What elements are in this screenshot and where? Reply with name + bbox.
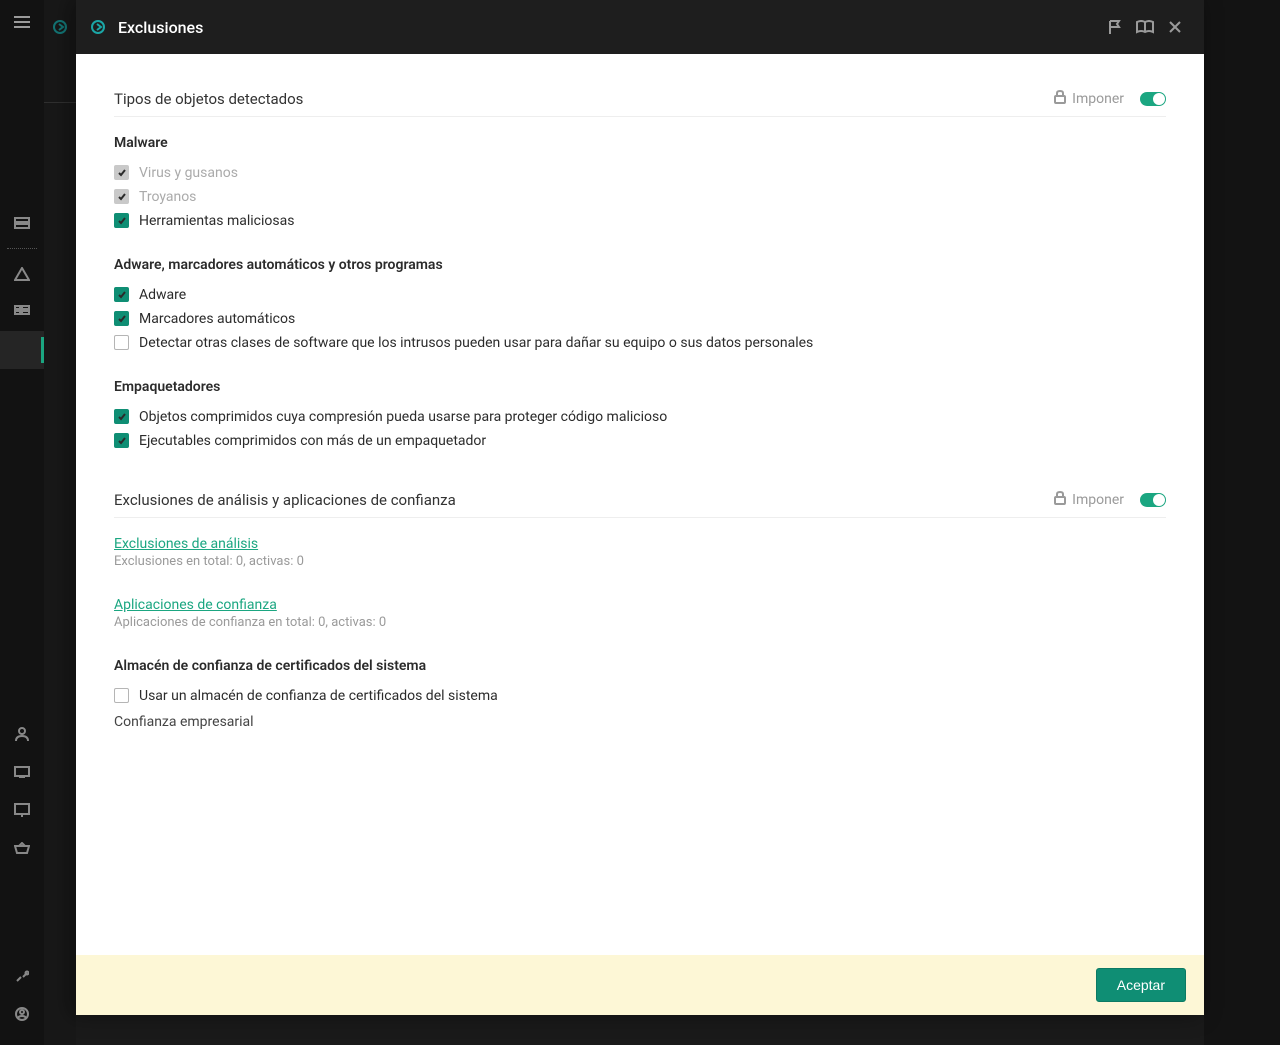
section-detected-types: Tipos de objetos detectados Imponer [114, 82, 1166, 117]
checkbox-row-maltools[interactable]: Herramientas maliciosas [114, 209, 1166, 233]
group-title: Malware [114, 135, 1166, 151]
header-circle-icon [90, 19, 106, 35]
group-malware: Malware Virus y gusanos Troyanos Herrami… [114, 135, 1166, 233]
checkbox-label: Virus y gusanos [139, 163, 238, 183]
sidebar-item-account-icon[interactable] [0, 995, 44, 1033]
checkbox[interactable] [114, 287, 129, 302]
group-packers: Empaquetadores Objetos comprimidos cuya … [114, 379, 1166, 453]
group-title: Almacén de confianza de certificados del… [114, 658, 1166, 674]
menu-icon[interactable] [0, 0, 44, 44]
exclusions-panel: Exclusiones Tipos de objetos detectados … [76, 0, 1204, 1015]
enforce-control: Imponer [1054, 90, 1166, 108]
sidebar-item-settings-icon[interactable] [0, 957, 44, 995]
checkbox-label: Ejecutables comprimidos con más de un em… [139, 431, 486, 451]
sidebar-divider [7, 248, 37, 249]
checkbox-label: Detectar otras clases de software que lo… [139, 333, 813, 353]
sidebar-item-user-icon[interactable] [0, 715, 44, 753]
checkbox-row-use-store[interactable]: Usar un almacén de confianza de certific… [114, 684, 1166, 708]
group-title: Adware, marcadores automáticos y otros p… [114, 257, 1166, 273]
checkbox-label: Herramientas maliciosas [139, 211, 294, 231]
checkbox-row-multi-packed[interactable]: Ejecutables comprimidos con más de un em… [114, 429, 1166, 453]
accept-button[interactable]: Aceptar [1096, 968, 1186, 1002]
enforce-toggle[interactable] [1140, 493, 1166, 507]
enforce-toggle[interactable] [1140, 92, 1166, 106]
enforce-control: Imponer [1054, 491, 1166, 509]
group-title: Empaquetadores [114, 379, 1166, 395]
checkbox[interactable] [114, 409, 129, 424]
lock-icon [1054, 90, 1066, 108]
panel-header: Exclusiones [76, 0, 1204, 54]
scan-exclusions-note: Exclusiones en total: 0, activas: 0 [114, 554, 1166, 569]
overlay-dim [44, 0, 76, 1045]
sidebar-item-active-icon[interactable] [0, 331, 44, 369]
checkbox-label: Usar un almacén de confianza de certific… [139, 686, 498, 706]
checkbox[interactable] [114, 688, 129, 703]
checkbox-row-other-software[interactable]: Detectar otras clases de software que lo… [114, 331, 1166, 355]
global-sidebar [0, 0, 44, 1045]
section-exclusions-apps: Exclusiones de análisis y aplicaciones d… [114, 483, 1166, 518]
checkbox-label: Troyanos [139, 187, 196, 207]
enforce-label: Imponer [1072, 91, 1124, 107]
panel-footer: Aceptar [76, 955, 1204, 1015]
checkbox-row-adware[interactable]: Adware [114, 283, 1166, 307]
checkbox[interactable] [114, 433, 129, 448]
panel-body: Tipos de objetos detectados Imponer Malw… [76, 54, 1204, 955]
checkbox-row-virus: Virus y gusanos [114, 161, 1166, 185]
panel-title: Exclusiones [118, 18, 203, 37]
checkbox[interactable] [114, 213, 129, 228]
section-title: Tipos de objetos detectados [114, 90, 303, 108]
right-dark-strip [1204, 0, 1280, 1045]
link-group-trusted-apps: Aplicaciones de confianza Aplicaciones d… [114, 597, 1166, 630]
sidebar-item-basket-icon[interactable] [0, 829, 44, 867]
link-group-scan-exclusions: Exclusiones de análisis Exclusiones en t… [114, 536, 1166, 569]
sidebar-item-policies-icon[interactable] [0, 293, 44, 331]
section-title: Exclusiones de análisis y aplicaciones d… [114, 491, 456, 509]
flag-icon[interactable] [1100, 12, 1130, 42]
trusted-apps-note: Aplicaciones de confianza en total: 0, a… [114, 615, 1166, 630]
sidebar-item-dashboard-icon[interactable] [0, 204, 44, 242]
checkbox-label: Adware [139, 285, 186, 305]
checkbox[interactable] [114, 335, 129, 350]
sidebar-item-monitor-icon[interactable] [0, 791, 44, 829]
group-adware: Adware, marcadores automáticos y otros p… [114, 257, 1166, 355]
cert-store-value: Confianza empresarial [114, 714, 1166, 730]
trusted-apps-link[interactable]: Aplicaciones de confianza [114, 597, 277, 613]
close-icon[interactable] [1160, 12, 1190, 42]
checkbox[interactable] [114, 311, 129, 326]
lock-icon [1054, 491, 1066, 509]
sidebar-item-devices-icon[interactable] [0, 753, 44, 791]
group-cert-store: Almacén de confianza de certificados del… [114, 658, 1166, 730]
checkbox-label: Marcadores automáticos [139, 309, 295, 329]
checkbox-row-packed-protect[interactable]: Objetos comprimidos cuya compresión pued… [114, 405, 1166, 429]
checkbox-row-dialers[interactable]: Marcadores automáticos [114, 307, 1166, 331]
scan-exclusions-link[interactable]: Exclusiones de análisis [114, 536, 258, 552]
sidebar-item-alerts-icon[interactable] [0, 255, 44, 293]
checkbox [114, 165, 129, 180]
book-icon[interactable] [1130, 12, 1160, 42]
enforce-label: Imponer [1072, 492, 1124, 508]
checkbox-row-trojans: Troyanos [114, 185, 1166, 209]
checkbox [114, 189, 129, 204]
checkbox-label: Objetos comprimidos cuya compresión pued… [139, 407, 667, 427]
